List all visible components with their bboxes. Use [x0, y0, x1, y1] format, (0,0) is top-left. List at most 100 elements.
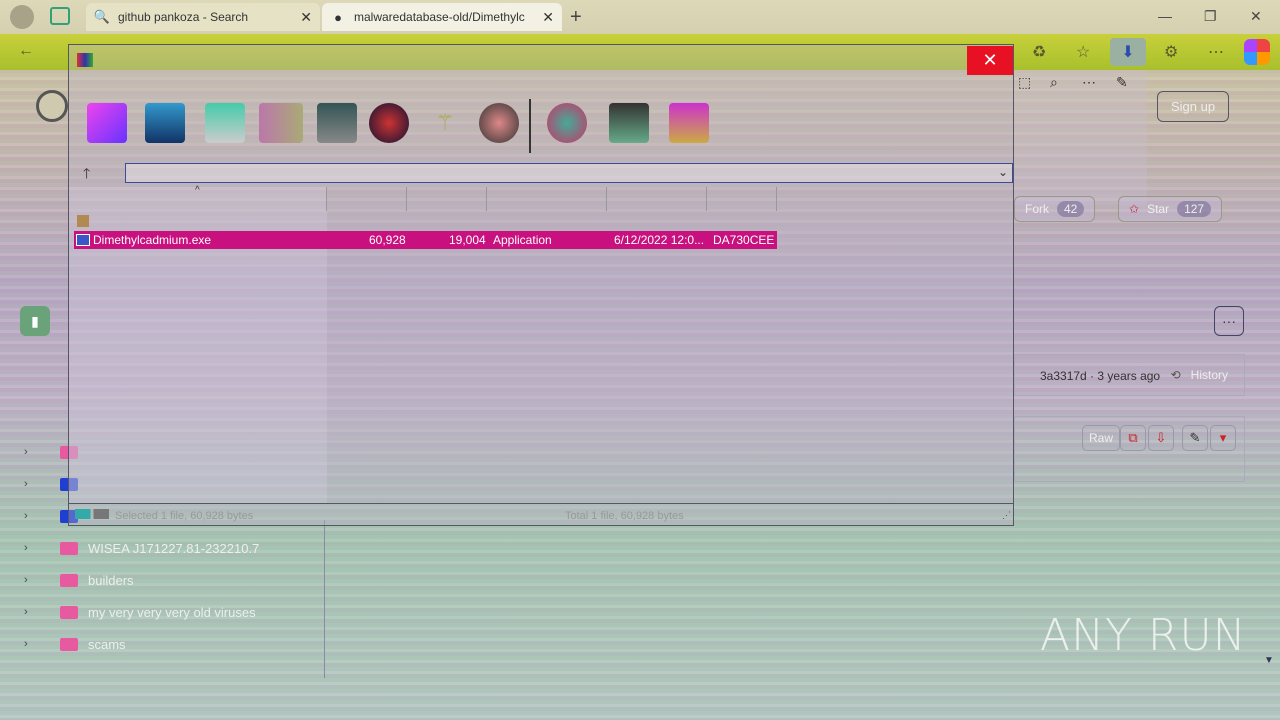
folder-icon — [60, 637, 78, 651]
column-header-name[interactable] — [69, 187, 327, 211]
close-window-button[interactable]: ✕ — [967, 46, 1013, 75]
restore-button[interactable]: ❐ — [1204, 8, 1217, 25]
column-header-modified[interactable] — [607, 187, 707, 211]
browser-tab-bar: 🔍 github pankoza - Search ✕ ● malwaredat… — [0, 0, 1280, 34]
toolbar-separator — [529, 99, 531, 153]
folder-icon — [60, 573, 78, 587]
download-icon[interactable]: ⇩ — [1148, 425, 1174, 451]
parent-folder-icon[interactable] — [77, 215, 89, 227]
up-folder-icon[interactable]: 🡑 — [83, 163, 90, 187]
path-input[interactable]: ⌄ — [125, 163, 1013, 183]
downloads-button[interactable]: ⬇ — [1110, 38, 1146, 66]
toolbar: ⚚ — [69, 95, 1013, 155]
chevron-down-icon[interactable]: ▾ — [1210, 425, 1236, 451]
chevron-right-icon: › — [24, 510, 28, 522]
chevron-down-icon[interactable]: ⌄ — [998, 165, 1008, 179]
new-tab-button[interactable]: + — [570, 6, 582, 29]
browser-tab-github[interactable]: ● malwaredatabase-old/Dimethylc ✕ — [322, 3, 562, 31]
star-button[interactable]: ✩ Star 127 — [1118, 196, 1223, 222]
window-title-bar[interactable]: ✕ — [69, 45, 1013, 75]
close-window-button[interactable]: ✕ — [1250, 8, 1262, 25]
browser-tab-search[interactable]: 🔍 github pankoza - Search ✕ — [86, 3, 320, 31]
find-icon[interactable] — [369, 103, 409, 143]
file-type: Application — [493, 233, 552, 247]
history-link[interactable]: History — [1191, 368, 1228, 382]
tree-item[interactable]: › WISEA J171227.81-232210.7 — [20, 536, 259, 560]
star-label: Star — [1147, 202, 1170, 216]
edit-icon[interactable] — [205, 103, 245, 143]
close-tab-icon[interactable]: ✕ — [300, 9, 312, 26]
tab-title: malwaredatabase-old/Dimethylc — [354, 10, 525, 24]
tab-title: github pankoza - Search — [118, 10, 249, 24]
file-name: Dimethylcadmium.exe — [93, 233, 212, 247]
more-icon[interactable]: ⋯ — [1208, 42, 1224, 62]
file-row[interactable]: Dimethylcadmium.exe 60,928 19,004 Applic… — [74, 231, 777, 249]
settings-icon[interactable]: ⚙ — [1164, 42, 1178, 62]
zoom-icon[interactable]: ⌕ — [1050, 74, 1058, 91]
app-icon — [77, 53, 93, 67]
back-icon[interactable]: ← — [18, 42, 34, 60]
chevron-right-icon: › — [24, 638, 28, 650]
exe-file-icon — [76, 234, 90, 246]
chevron-right-icon: › — [24, 606, 28, 618]
close-tab-icon[interactable]: ✕ — [542, 9, 554, 26]
file-modified: 6/12/2022 12:0... — [614, 233, 705, 247]
favorites-icon[interactable]: ☆ — [1076, 42, 1090, 62]
resize-grip-icon[interactable]: ⋰ — [1002, 510, 1011, 523]
profile-avatar[interactable] — [10, 5, 34, 29]
chevron-right-icon: › — [24, 574, 28, 586]
delete-icon[interactable] — [317, 103, 357, 143]
pin-icon[interactable]: ✎ — [1116, 74, 1128, 91]
comment-icon[interactable] — [609, 103, 649, 143]
status-icons — [75, 509, 109, 519]
book-icon[interactable] — [259, 103, 303, 143]
edit-icon[interactable]: ✎ — [1182, 425, 1208, 451]
fork-button[interactable]: Fork 42 — [1014, 196, 1096, 222]
file-size: 60,928 — [369, 233, 406, 247]
more-icon[interactable]: ⋯ — [1082, 74, 1096, 91]
sfx-icon[interactable] — [669, 103, 709, 143]
open-folder-icon[interactable] — [145, 103, 185, 143]
tab-actions-icon[interactable] — [50, 7, 70, 25]
status-total: Total 1 file, 60,928 bytes — [565, 510, 684, 522]
copilot-icon[interactable] — [1244, 39, 1270, 65]
status-selected: Selected 1 file, 60,928 bytes — [115, 510, 254, 522]
more-options-button[interactable]: ··· — [1214, 306, 1244, 336]
folder-icon — [60, 605, 78, 619]
sidebar-divider — [324, 520, 325, 678]
minimize-button[interactable]: — — [1158, 8, 1172, 24]
sidebar-toggle-icon[interactable]: ▮ — [20, 306, 50, 336]
github-logo-icon[interactable] — [36, 90, 68, 122]
copy-icon[interactable]: ⧉ — [1120, 425, 1146, 451]
wizard-icon[interactable]: ⚚ — [425, 103, 465, 143]
file-packed-size: 19,004 — [449, 233, 486, 247]
commit-info[interactable]: 3a3317d · 3 years ago — [1040, 369, 1160, 383]
extensions-icon[interactable]: ♻ — [1032, 42, 1046, 62]
info-icon[interactable] — [479, 103, 519, 143]
column-header-packed[interactable] — [407, 187, 487, 211]
chevron-right-icon: › — [24, 542, 28, 554]
column-header-type[interactable] — [487, 187, 607, 211]
history-icon: ⟲ — [1170, 368, 1181, 382]
scroll-down-icon[interactable]: ▼ — [1264, 655, 1274, 666]
fork-label: Fork — [1025, 202, 1049, 216]
folder-icon — [60, 541, 78, 555]
virus-scan-icon[interactable] — [547, 103, 587, 143]
raw-button[interactable]: Raw — [1082, 425, 1120, 451]
sign-up-button[interactable]: Sign up — [1157, 91, 1229, 122]
file-list-header: ^ — [69, 185, 1013, 211]
extract-icon[interactable] — [87, 103, 127, 143]
status-bar: Selected 1 file, 60,928 bytes Total 1 fi… — [69, 503, 1013, 525]
fork-count: 42 — [1057, 201, 1085, 217]
split-screen-icon[interactable]: ⬚ — [1018, 74, 1031, 91]
column-header-size[interactable] — [327, 187, 407, 211]
tree-item[interactable]: › builders — [20, 568, 134, 592]
github-icon: ● — [334, 9, 342, 25]
tree-item[interactable]: › scams — [20, 632, 126, 656]
star-count: 127 — [1177, 201, 1212, 217]
anyrun-watermark: ANY RUN — [1040, 610, 1247, 661]
chevron-right-icon: › — [24, 446, 28, 458]
column-header-crc[interactable] — [707, 187, 777, 211]
tree-item[interactable]: › my very very very old viruses — [20, 600, 256, 624]
archive-manager-window: ✕ ⚚ 🡑 ⌄ ^ Dimethylcadmium.exe 60,928 19,… — [68, 44, 1014, 526]
